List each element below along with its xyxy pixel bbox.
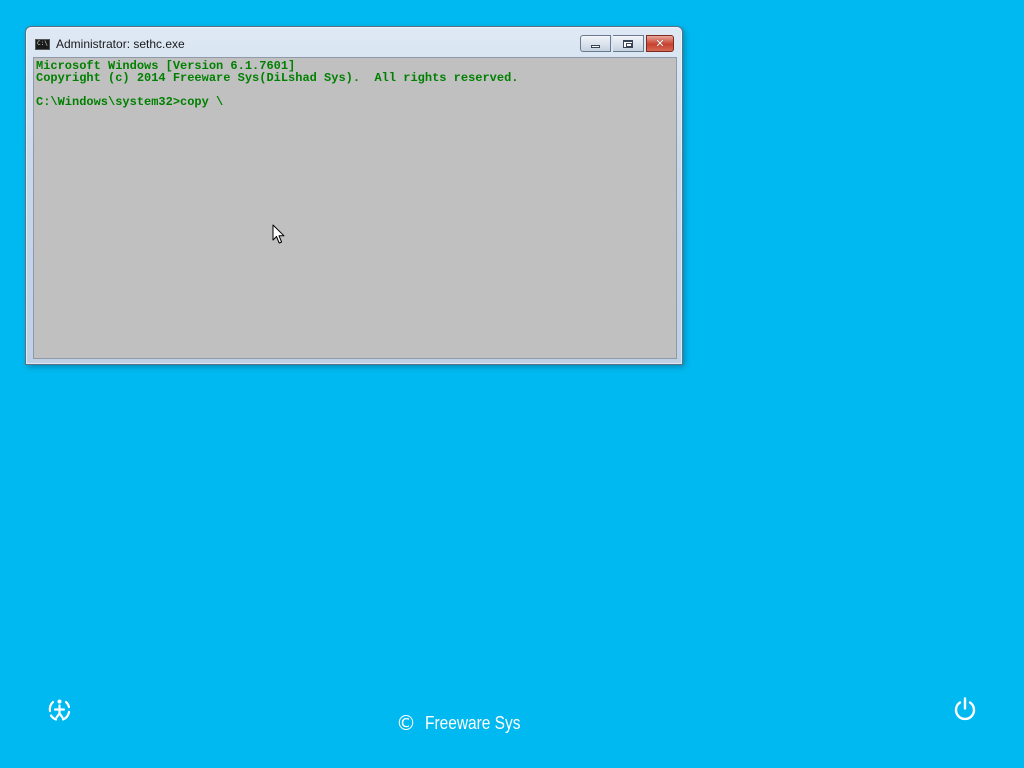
console-scrollbar[interactable] <box>676 57 681 359</box>
close-button[interactable]: ✕ <box>646 35 674 52</box>
minimize-button[interactable] <box>580 35 611 52</box>
title-bar[interactable]: C:\ Administrator: sethc.exe ✕ <box>26 27 682 57</box>
console-output[interactable]: Microsoft Windows [Version 6.1.7601] Cop… <box>33 57 677 359</box>
power-icon[interactable] <box>952 696 978 722</box>
console-prompt-line[interactable]: C:\Windows\system32>copy \ <box>36 96 676 108</box>
mouse-pointer-icon <box>272 224 285 244</box>
console-line-copyright: Copyright (c) 2014 Freeware Sys(DiLshad … <box>36 71 519 85</box>
ease-of-access-icon[interactable] <box>46 696 73 723</box>
footer-brand: © Freeware Sys <box>396 711 536 735</box>
window-title: Administrator: sethc.exe <box>56 37 185 51</box>
maximize-button[interactable] <box>613 35 644 52</box>
copyright-icon: © <box>396 711 416 735</box>
brand-text: Freeware Sys <box>425 713 521 733</box>
console-app-icon[interactable]: C:\ <box>35 39 50 50</box>
caption-buttons: ✕ <box>580 35 674 52</box>
console-app-icon-label: C:\ <box>37 40 48 47</box>
maximize-icon <box>623 39 633 48</box>
close-icon: ✕ <box>655 37 665 50</box>
command-prompt-window[interactable]: C:\ Administrator: sethc.exe ✕ Microsoft… <box>25 26 683 365</box>
minimize-icon <box>591 45 600 48</box>
